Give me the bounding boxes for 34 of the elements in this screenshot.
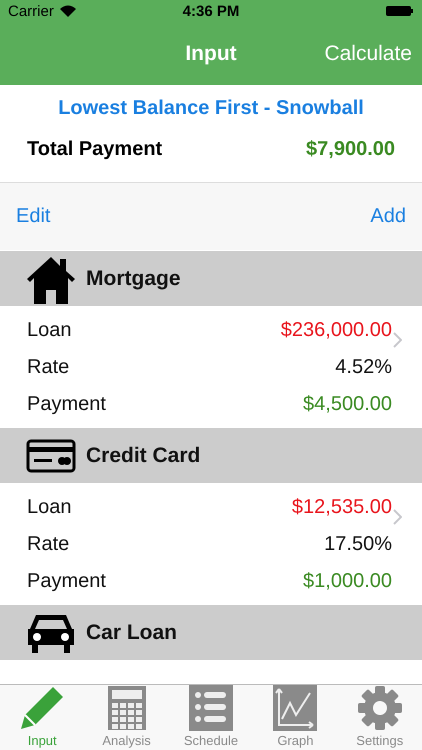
field-value: 17.50% bbox=[324, 533, 392, 556]
screen-title: Input bbox=[185, 42, 237, 66]
field-value: 4.52% bbox=[335, 356, 392, 379]
total-label: Total Payment bbox=[27, 138, 162, 161]
carrier-name: Carrier bbox=[8, 2, 54, 20]
field-value: $1,000.00 bbox=[303, 570, 392, 593]
field-label: Payment bbox=[27, 570, 106, 593]
status-time: 4:36 PM bbox=[182, 2, 240, 20]
field-label: Loan bbox=[27, 319, 72, 342]
tab-item[interactable]: Schedule bbox=[168, 685, 254, 750]
debt-name: Car Loan bbox=[86, 620, 178, 644]
total-value: $7,900.00 bbox=[306, 138, 395, 161]
add-button[interactable]: Add bbox=[370, 205, 406, 228]
debt-name: Mortgage bbox=[86, 266, 180, 290]
field-label: Loan bbox=[27, 496, 72, 519]
tab-item[interactable]: Settings bbox=[338, 685, 422, 750]
field-value: $4,500.00 bbox=[303, 393, 392, 416]
field-label: Rate bbox=[27, 356, 70, 379]
battery-icon bbox=[386, 5, 414, 17]
tab-item[interactable]: Input bbox=[0, 685, 84, 750]
strategy-title: Lowest Balance First - Snowball bbox=[57, 97, 365, 120]
tab-item[interactable]: Analysis bbox=[84, 685, 169, 750]
wifi-icon bbox=[60, 5, 76, 17]
chevron-icon bbox=[393, 509, 402, 525]
credit-card-icon bbox=[26, 438, 76, 472]
calculate-button[interactable]: Calculate bbox=[324, 42, 412, 66]
field-value: $236,000.00 bbox=[280, 319, 392, 342]
tab-item[interactable]: Graph bbox=[253, 685, 338, 750]
field-label: Payment bbox=[27, 393, 106, 416]
edit-button[interactable]: Edit bbox=[16, 205, 50, 228]
field-value: $12,535.00 bbox=[292, 496, 392, 519]
chevron-icon bbox=[393, 332, 402, 348]
debt-name: Credit Card bbox=[86, 444, 200, 468]
field-label: Rate bbox=[27, 533, 70, 556]
